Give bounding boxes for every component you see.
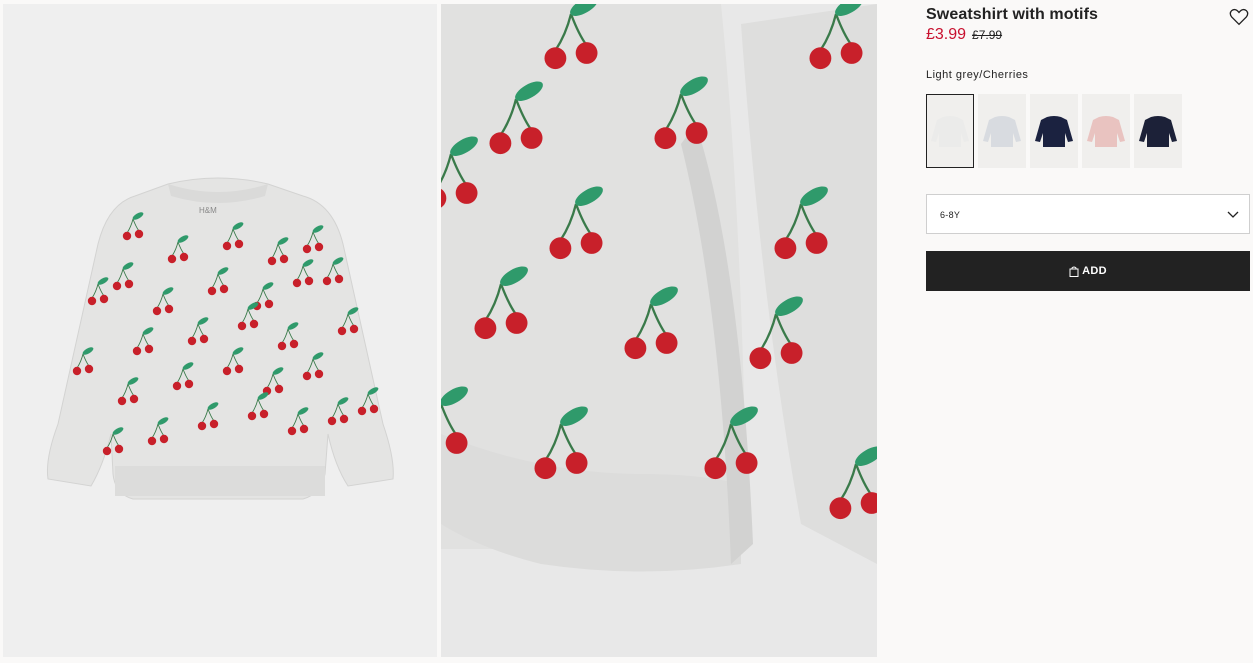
price-row: £3.99 £7.99 — [926, 26, 1002, 44]
selected-size: 6-8Y — [940, 210, 961, 220]
sweatshirt-front-illustration: H&M — [47, 177, 394, 500]
brand-label: H&M — [199, 206, 217, 215]
swatch-light-grey-cherries[interactable] — [926, 94, 974, 168]
swatch-thumbnail — [931, 116, 969, 147]
color-name: Light grey/Cherries — [926, 69, 1029, 81]
color-swatches — [926, 94, 1182, 168]
product-gallery: H&M — [0, 0, 877, 663]
product-image-detail[interactable] — [441, 4, 877, 657]
product-title: Sweatshirt with motifs — [926, 6, 1098, 23]
swatch-thumbnail — [983, 116, 1021, 147]
swatch-thumbnail — [1139, 116, 1177, 147]
swatch-thumbnail — [1087, 116, 1125, 147]
swatch-thumbnail — [1035, 116, 1073, 147]
swatch-pink[interactable] — [1082, 94, 1130, 168]
size-select[interactable]: 6-8Y — [926, 194, 1250, 234]
favourite-button[interactable] — [1228, 6, 1250, 28]
swatch-grey-motif[interactable] — [978, 94, 1026, 168]
product-image-front[interactable]: H&M — [3, 4, 437, 657]
swatch-dark-navy-stars[interactable] — [1134, 94, 1182, 168]
original-price: £7.99 — [972, 28, 1003, 42]
sweatshirt-detail-illustration — [441, 4, 877, 572]
sale-price: £3.99 — [926, 26, 967, 43]
shopping-bag-icon — [1069, 266, 1079, 277]
swatch-navy-motif[interactable] — [1030, 94, 1078, 168]
add-to-bag-button[interactable]: ADD — [926, 251, 1250, 291]
heart-icon — [1229, 8, 1249, 26]
add-label: ADD — [1082, 265, 1107, 277]
product-info: Sweatshirt with motifs £3.99 £7.99 Light… — [926, 0, 1250, 663]
chevron-down-icon — [1227, 211, 1239, 218]
